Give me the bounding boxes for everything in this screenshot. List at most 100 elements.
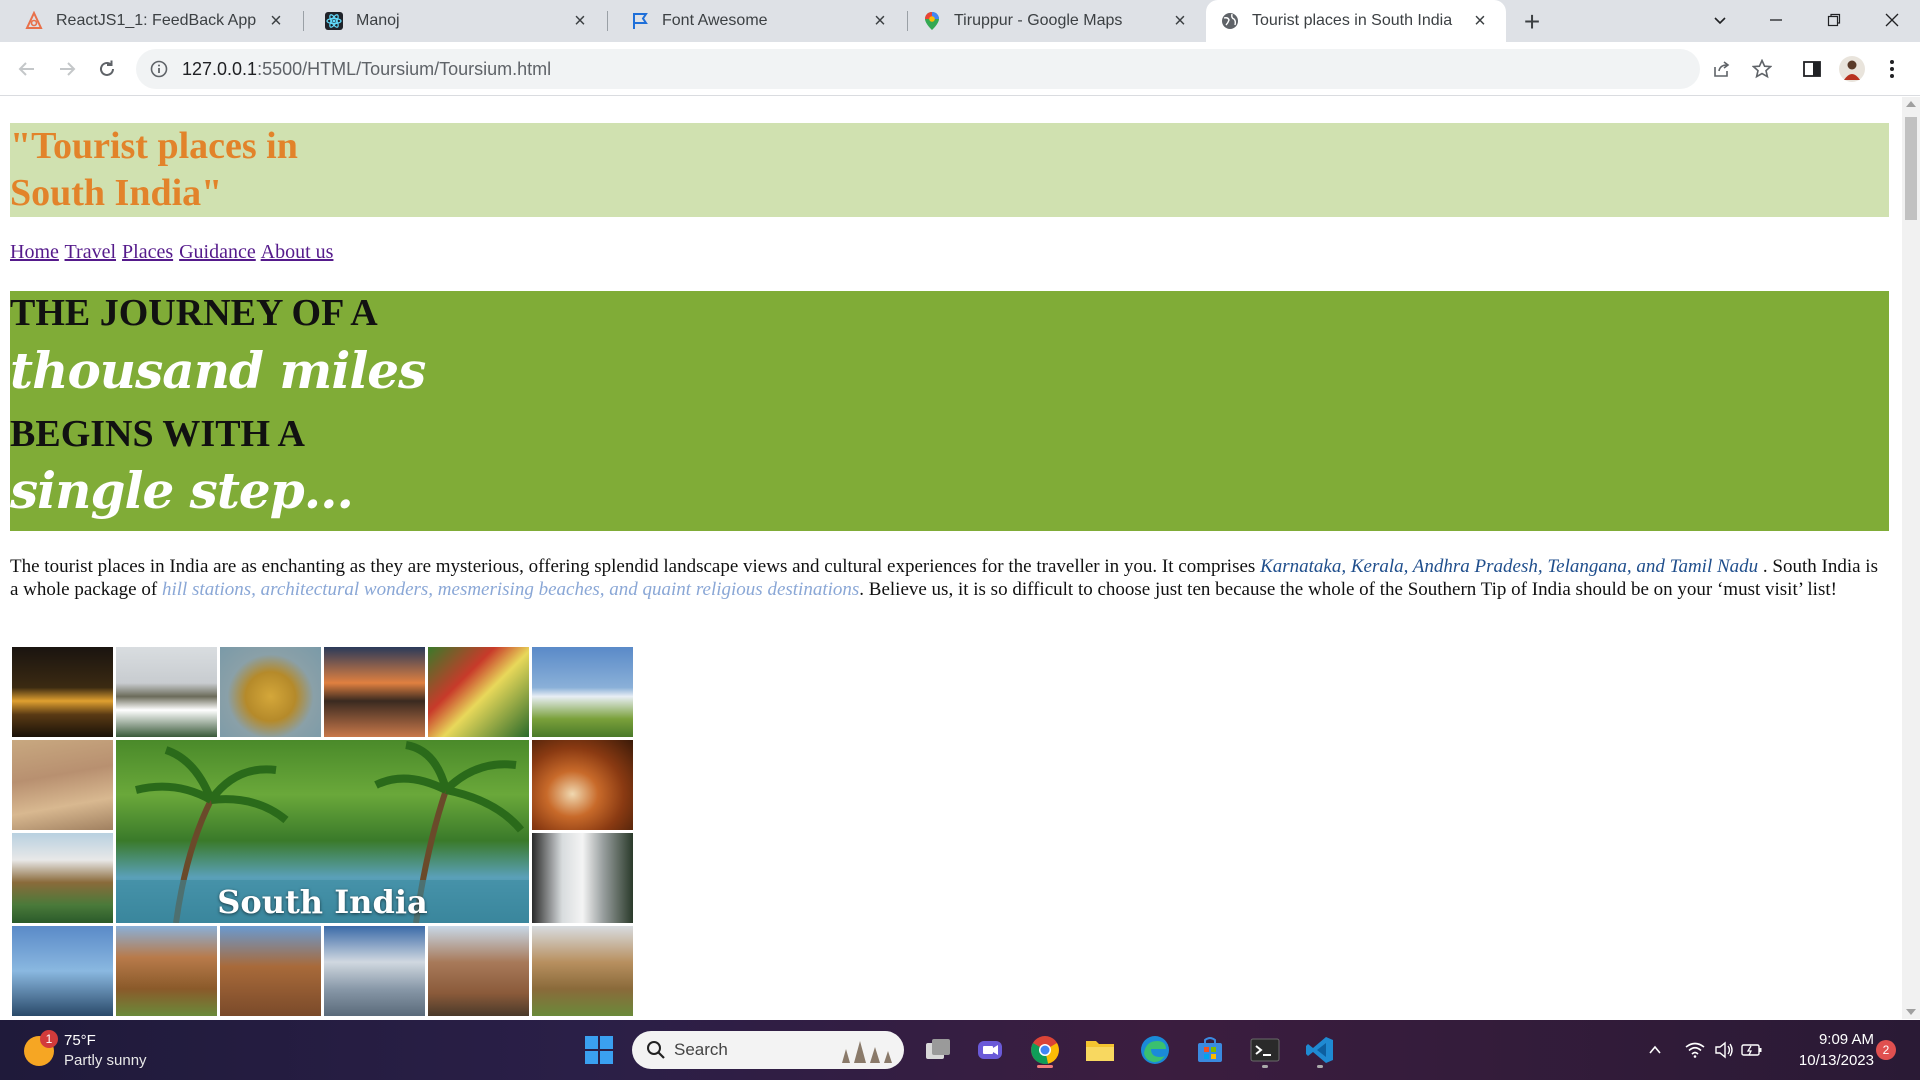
nav-link-guidance[interactable]: Guidance [179,241,256,263]
notification-badge[interactable]: 2 [1876,1040,1896,1060]
vscode-icon[interactable] [1300,1030,1340,1070]
file-explorer-icon[interactable] [1080,1030,1120,1070]
collage-tile [428,926,529,1016]
hero-line-3: BEGINS WITH A [10,413,305,455]
browser-toolbar: 127.0.0.1:5500/HTML/Toursium/Toursium.ht… [0,42,1920,96]
tab-title: Tourist places in South India [1252,12,1453,29]
battery-icon[interactable] [1738,1043,1766,1057]
close-tab-icon[interactable]: × [568,9,592,33]
tab-title: Tiruppur - Google Maps [954,12,1123,29]
terminal-icon[interactable] [1245,1030,1285,1070]
running-indicator [1317,1065,1323,1068]
search-label: Search [674,1040,728,1059]
restore-icon[interactable] [1806,0,1862,40]
scroll-up-arrow-icon[interactable] [1906,101,1916,107]
hero-banner: THE JOURNEY OF A thousand miles BEGINS W… [10,291,1889,531]
url-text: 127.0.0.1:5500/HTML/Toursium/Toursium.ht… [182,59,551,80]
collage-caption: South India [217,883,428,921]
close-tab-icon[interactable]: × [1168,9,1192,33]
collage-tile [324,926,425,1016]
clock-date: 10/13/2023 [1798,1052,1874,1069]
browser-menu-icon[interactable] [1874,51,1910,87]
collage-tile [116,926,217,1016]
nav-link-places[interactable]: Places [122,241,173,263]
collage-tile [220,647,321,737]
nav-link-about-us[interactable]: About us [261,241,334,263]
tab-google-maps[interactable]: Tiruppur - Google Maps × [906,0,1206,42]
intro-kinds: hill stations, architectural wonders, me… [161,579,860,600]
reload-icon[interactable] [89,51,125,87]
taskbar-clock[interactable]: 9:09 AM 10/13/2023 [1780,1029,1874,1071]
page-scrollbar[interactable] [1902,97,1920,1019]
collage-tile [532,647,633,737]
weather-badge: 1 [40,1030,58,1048]
windows-taskbar: 1 75°F Partly sunny Search 9:09 AM 10/13… [0,1020,1920,1080]
close-tab-icon[interactable]: × [1468,9,1492,33]
chrome-icon[interactable] [1025,1030,1065,1070]
site-nav: Home Travel Places Guidance About us [10,241,334,264]
tab-feedback-app[interactable]: ReactJS1_1: FeedBack App × [0,0,302,42]
profile-avatar[interactable] [1834,51,1870,87]
side-panel-icon[interactable] [1794,51,1830,87]
search-highlight-icon [838,1035,896,1070]
new-tab-button[interactable]: + [1516,6,1548,38]
collage-tile [532,833,633,923]
intro-states: Karnataka, Kerala, Andhra Pradesh, Telan… [1260,556,1759,577]
collage-tile [12,926,113,1016]
scroll-down-arrow-icon[interactable] [1906,1009,1916,1015]
share-icon[interactable] [1704,51,1740,87]
collage-tile [12,647,113,737]
react-flame-icon [24,11,44,31]
page-title: "Tourist places in South India" [10,123,350,217]
forward-arrow-icon[interactable] [49,51,85,87]
bookmark-star-icon[interactable] [1744,51,1780,87]
react-atom-icon [324,11,344,31]
hero-line-2: thousand miles [10,341,426,400]
scrollbar-thumb[interactable] [1905,117,1917,220]
weather-widget[interactable]: 1 75°F Partly sunny [20,1028,180,1072]
search-icon [646,1040,666,1060]
windows-start-icon[interactable] [579,1030,619,1070]
teams-chat-icon[interactable] [970,1030,1010,1070]
task-view-icon[interactable] [918,1030,958,1070]
volume-icon[interactable] [1710,1041,1738,1059]
page-title-line-1: "Tourist places in [10,125,298,167]
collage-tile [532,740,633,830]
collage-tile [12,833,113,923]
close-tab-icon[interactable]: × [868,9,892,33]
running-indicator [1262,1065,1268,1068]
close-tab-icon[interactable]: × [264,9,288,33]
back-arrow-icon[interactable] [9,51,45,87]
tab-search-chevron-icon[interactable] [1692,0,1748,40]
collage-tile [116,647,217,737]
flag-icon [630,11,650,31]
show-hidden-icons-chevron-icon[interactable] [1640,1042,1670,1058]
globe-icon [1220,11,1240,31]
tab-title: Manoj [356,12,400,29]
url-host: 127.0.0.1 [182,58,258,79]
taskbar-search-box[interactable]: Search [632,1031,904,1069]
close-window-icon[interactable] [1864,0,1920,40]
hero-line-1: THE JOURNEY OF A [10,292,378,334]
edge-icon[interactable] [1135,1030,1175,1070]
intro-text-1: The tourist places in India are as encha… [10,556,1261,577]
tab-font-awesome[interactable]: Font Awesome × [606,0,906,42]
page-viewport: "Tourist places in South India" Home Trav… [0,97,1902,1019]
collage-tile [12,740,113,830]
microsoft-store-icon[interactable] [1190,1030,1230,1070]
collage-tile [220,926,321,1016]
nav-link-travel[interactable]: Travel [65,241,116,263]
tab-title: ReactJS1_1: FeedBack App [56,12,257,29]
hero-line-4: single step... [10,461,354,520]
maps-pin-icon [922,11,942,31]
page-header: "Tourist places in South India" [10,123,1889,217]
minimize-icon[interactable] [1748,0,1804,40]
tab-tourist-places[interactable]: Tourist places in South India × [1206,0,1506,42]
wifi-icon[interactable] [1680,1042,1710,1058]
tab-manoj[interactable]: Manoj × [302,0,606,42]
nav-link-home[interactable]: Home [10,241,59,263]
site-info-icon[interactable] [148,58,170,80]
address-bar[interactable]: 127.0.0.1:5500/HTML/Toursium/Toursium.ht… [136,49,1700,89]
tab-title: Font Awesome [662,12,768,29]
tab-strip: ReactJS1_1: FeedBack App × Manoj × Font … [0,0,1920,42]
